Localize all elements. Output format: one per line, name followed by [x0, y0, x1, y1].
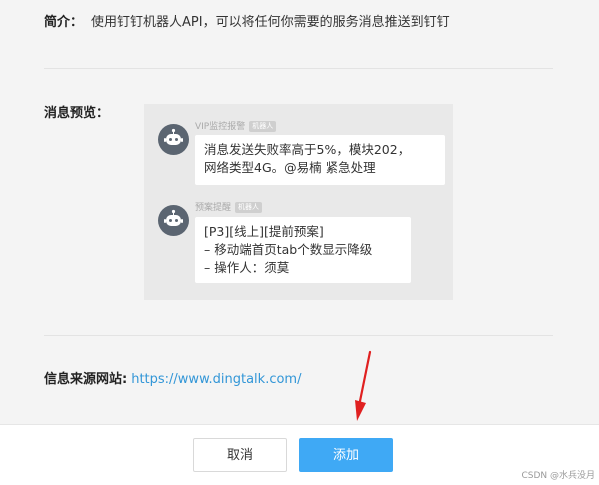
intro-text: 使用钉钉机器人API，可以将任何你需要的服务消息推送到钉钉	[91, 15, 450, 30]
robot-icon	[164, 209, 183, 226]
robot-badge: 机器人	[235, 202, 263, 213]
divider	[44, 68, 553, 69]
dialog-footer: 取消 添加 CSDN @水兵没月	[0, 424, 599, 485]
robot-badge: 机器人	[249, 121, 277, 132]
message-line: 网络类型4G。@易楠 紧急处理	[204, 160, 376, 175]
cancel-button[interactable]: 取消	[193, 438, 287, 472]
sender-name: 预案提醒 机器人	[195, 202, 263, 214]
message-bubble: [P3][线上][提前预案] – 移动端首页tab个数显示降级 – 操作人：须莫	[195, 217, 411, 283]
add-button[interactable]: 添加	[299, 438, 393, 472]
message-line: [P3][线上][提前预案]	[204, 224, 324, 239]
divider	[44, 335, 553, 336]
robot-icon	[164, 128, 183, 145]
message-line: – 移动端首页tab个数显示降级	[204, 242, 373, 257]
message-line: 消息发送失败率高于5%，模块202，	[204, 142, 411, 157]
intro-label: 简介：	[44, 15, 84, 30]
intro-row: 简介： 使用钉钉机器人API，可以将任何你需要的服务消息推送到钉钉	[44, 13, 450, 33]
source-label: 信息来源网站:	[44, 372, 128, 387]
message-preview-box: VIP监控报警 机器人 消息发送失败率高于5%，模块202， 网络类型4G。@易楠…	[144, 104, 453, 300]
robot-avatar	[158, 124, 189, 155]
message-bubble: 消息发送失败率高于5%，模块202， 网络类型4G。@易楠 紧急处理	[195, 135, 445, 185]
robot-avatar	[158, 205, 189, 236]
preview-label: 消息预览：	[44, 106, 110, 121]
sender-name: VIP监控报警 机器人	[195, 121, 277, 133]
source-link[interactable]: https://www.dingtalk.com/	[131, 372, 301, 387]
source-row: 信息来源网站: https://www.dingtalk.com/	[44, 370, 301, 390]
watermark: CSDN @水兵没月	[521, 471, 595, 481]
message-line: – 操作人：须莫	[204, 260, 290, 275]
dialog-content: 简介： 使用钉钉机器人API，可以将任何你需要的服务消息推送到钉钉 消息预览： V…	[0, 0, 599, 424]
